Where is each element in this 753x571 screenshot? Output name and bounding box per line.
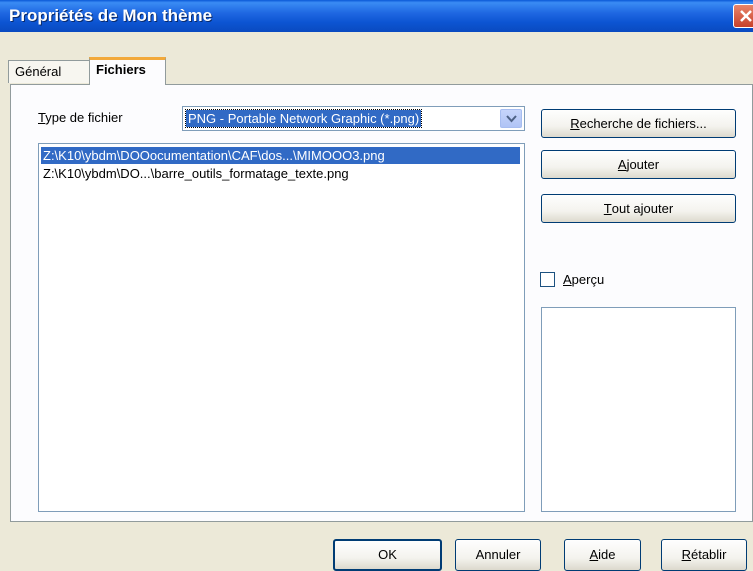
preview-area — [541, 307, 736, 512]
cancel-button[interactable]: Annuler — [455, 539, 541, 571]
chevron-down-icon — [506, 115, 517, 123]
ok-button[interactable]: OK — [333, 539, 442, 571]
file-list[interactable]: Z:\K10\ybdm\DOOocumentation\CAF\dos...\M… — [38, 143, 525, 512]
tab-fichiers-label: Fichiers — [96, 62, 146, 77]
preview-checkbox-label[interactable]: Aperçu — [563, 272, 604, 287]
file-type-label: Type de fichier — [38, 110, 123, 125]
help-button[interactable]: Aide — [564, 539, 641, 571]
search-files-button[interactable]: Recherche de fichiers... — [541, 109, 736, 138]
add-button[interactable]: Ajouter — [541, 150, 736, 179]
reset-button[interactable]: Rétablir — [661, 539, 747, 571]
file-list-item[interactable]: Z:\K10\ybdm\DOOocumentation\CAF\dos...\M… — [41, 147, 520, 164]
file-list-item[interactable]: Z:\K10\ybdm\DO...\barre_outils_formatage… — [41, 165, 351, 182]
dialog-window: Propriétés de Mon thème Général Fichiers… — [0, 0, 753, 571]
add-all-button[interactable]: Tout ajouter — [541, 194, 736, 223]
close-icon — [740, 10, 752, 22]
tab-fichiers[interactable]: Fichiers — [89, 57, 166, 85]
file-type-selected-value: PNG - Portable Network Graphic (*.png) — [184, 109, 423, 128]
tab-general[interactable]: Général — [8, 60, 90, 83]
close-button[interactable] — [733, 4, 753, 28]
dropdown-button[interactable] — [500, 109, 522, 128]
tab-general-label: Général — [15, 64, 62, 79]
window-title: Propriétés de Mon thème — [9, 6, 213, 25]
preview-checkbox[interactable] — [540, 272, 555, 287]
file-type-select[interactable]: PNG - Portable Network Graphic (*.png) — [182, 106, 525, 131]
title-bar[interactable]: Propriétés de Mon thème — [0, 0, 753, 32]
